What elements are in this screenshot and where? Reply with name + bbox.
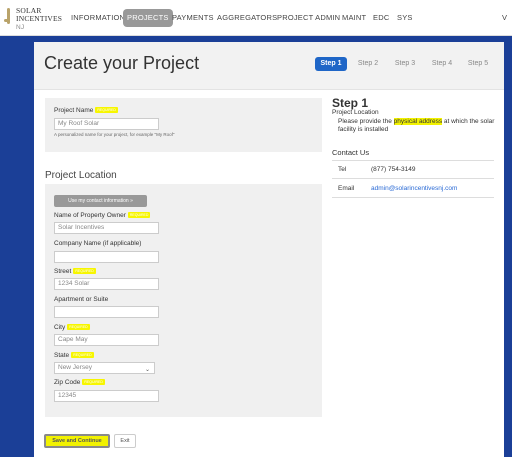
project-location-heading: Project Location <box>45 170 117 181</box>
contact-row-email: Email admin@solarincentivesnj.com <box>332 180 494 198</box>
zip-input[interactable]: 12345 <box>54 390 159 402</box>
required-badge: REQUIRED <box>127 212 151 219</box>
step-subtitle: Project Location <box>332 109 379 116</box>
sun-icon <box>4 8 14 24</box>
company-label: Company Name (if applicable) <box>54 240 142 247</box>
email-label: Email <box>338 185 355 192</box>
step-3-tab[interactable]: Step 3 <box>390 57 420 71</box>
zip-label: Zip Code REQUIRED <box>54 379 105 386</box>
required-badge: REQUIRED <box>67 324 90 331</box>
nav-projects[interactable]: PROJECTS <box>123 9 173 27</box>
step-2-tab[interactable]: Step 2 <box>353 57 383 71</box>
apartment-input[interactable] <box>54 306 159 318</box>
project-name-help: A personalized name for your project, fo… <box>54 132 175 137</box>
highlight-physical-address: physical address <box>393 118 443 125</box>
contact-heading: Contact Us <box>332 148 370 157</box>
step-description: Please provide the physical address at w… <box>338 118 495 133</box>
chevron-down-icon: ⌄ <box>144 367 150 373</box>
company-input[interactable] <box>54 251 159 263</box>
project-name-label: Project Name REQUIRED <box>54 107 118 114</box>
page-title: Create your Project <box>44 53 200 73</box>
nav-sys[interactable]: SYS <box>397 12 413 24</box>
nav-edc[interactable]: EDC <box>373 12 389 24</box>
owner-label: Name of Property Owner REQUIRED <box>54 212 151 219</box>
nav-payments[interactable]: PAYMENTS <box>172 12 214 24</box>
contact-table: Tel (877) 754-3149 Email admin@solarince… <box>332 160 494 198</box>
tel-label: Tel <box>338 166 347 173</box>
create-project-card: Create your Project Step 1 Step 2 Step 3… <box>34 42 504 457</box>
required-badge: REQUIRED <box>71 352 94 359</box>
use-contact-info-button[interactable]: Use my contact information » <box>54 195 147 207</box>
email-link[interactable]: admin@solarincentivesnj.com <box>371 185 457 192</box>
apartment-label: Apartment or Suite <box>54 296 109 303</box>
card-header: Create your Project Step 1 Step 2 Step 3… <box>34 42 504 90</box>
save-and-continue-button[interactable]: Save and Continue <box>44 434 110 448</box>
top-navigation: SOLAR INCENTIVES NJ INFORMATION PROJECTS… <box>0 0 512 36</box>
step-5-tab[interactable]: Step 5 <box>463 57 493 71</box>
state-select[interactable]: New Jersey ⌄ <box>54 362 155 374</box>
project-location-panel: Use my contact information » Name of Pro… <box>45 184 322 417</box>
state-label: State REQUIRED <box>54 352 94 359</box>
nav-aggregators[interactable]: AGGREGATORS <box>217 12 277 24</box>
exit-button[interactable]: Exit <box>114 434 136 448</box>
nav-overflow[interactable]: V <box>502 12 507 24</box>
step-heading: Step 1 <box>332 96 369 110</box>
nav-maint[interactable]: MAINT <box>342 12 366 24</box>
nav-information[interactable]: INFORMATION <box>71 12 125 24</box>
owner-input[interactable]: Solar Incentives <box>54 222 159 234</box>
project-name-input[interactable]: My Roof Solar <box>54 118 159 130</box>
street-input[interactable]: 1234 Solar <box>54 278 159 290</box>
contact-row-tel: Tel (877) 754-3149 <box>332 161 494 179</box>
tel-value: (877) 754-3149 <box>371 166 416 173</box>
project-name-panel: Project Name REQUIRED My Roof Solar A per… <box>45 98 322 152</box>
nav-project-admin[interactable]: PROJECT ADMIN <box>277 12 340 24</box>
city-label: City REQUIRED <box>54 324 90 331</box>
required-badge: REQUIRED <box>95 107 118 114</box>
brand-logo[interactable]: SOLAR INCENTIVES NJ <box>4 6 68 32</box>
city-input[interactable]: Cape May <box>54 334 159 346</box>
step-1-tab[interactable]: Step 1 <box>315 57 347 71</box>
street-label: Street REQUIRED <box>54 268 96 275</box>
required-badge: REQUIRED <box>73 268 96 275</box>
required-badge: REQUIRED <box>82 379 105 386</box>
brand-text: SOLAR INCENTIVES NJ <box>16 6 63 32</box>
step-4-tab[interactable]: Step 4 <box>427 57 457 71</box>
